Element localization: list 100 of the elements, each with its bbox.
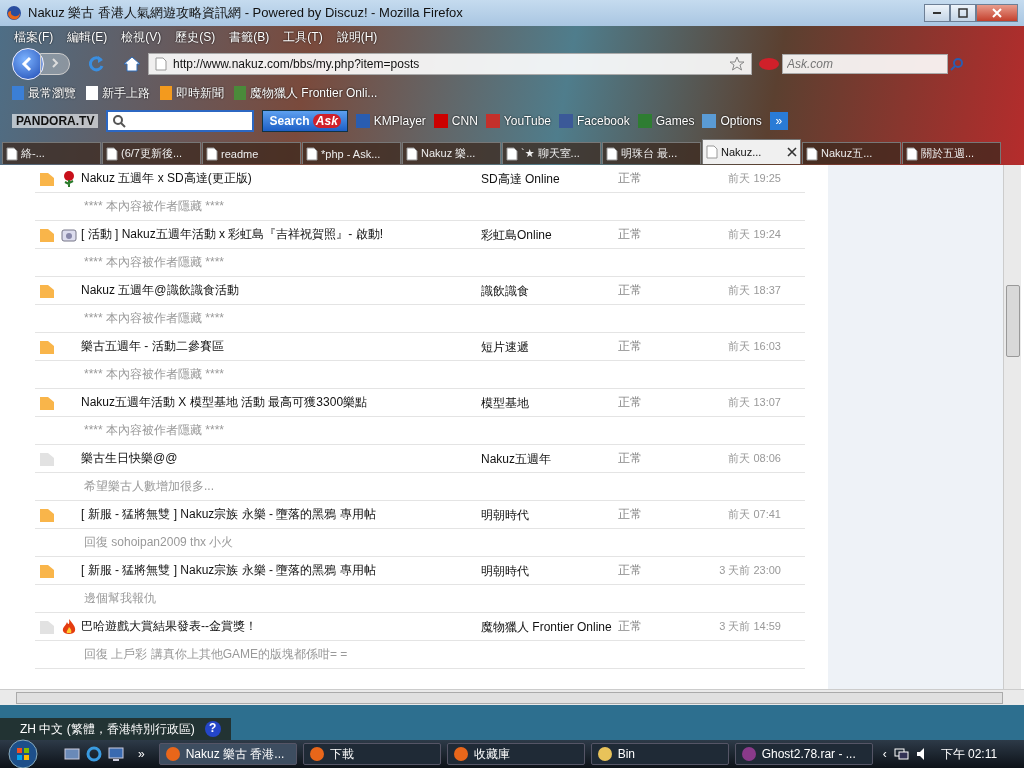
bookmark-item[interactable]: 最常瀏覽 (12, 84, 76, 102)
browser-tab[interactable]: 絡-... (2, 142, 101, 164)
start-button[interactable] (8, 739, 38, 768)
thread-status: 正常 (618, 394, 643, 411)
toolbar-search-field[interactable] (106, 110, 255, 132)
maximize-icon (958, 8, 968, 18)
horizontal-scrollbar[interactable] (0, 689, 1024, 705)
back-button[interactable] (12, 48, 44, 80)
forum-name-link[interactable]: 明朝時代 (481, 561, 618, 580)
language-bar[interactable]: ZH 中文 (繁體，香港特別行政區) ? (0, 718, 231, 740)
desktop-icon[interactable] (64, 746, 80, 762)
menu-item[interactable]: 歷史(S) (175, 28, 216, 46)
maximize-button[interactable] (950, 4, 976, 22)
bookmark-item[interactable]: 即時新聞 (160, 84, 224, 102)
thread-title-link[interactable]: 巴哈遊戲大賞結果發表--金賞獎！ (81, 618, 481, 635)
toolbar-item[interactable]: Options (702, 114, 762, 128)
browser-tab[interactable]: `★ 聊天室... (502, 142, 601, 164)
browser-tab[interactable]: 明珠台 最... (602, 142, 701, 164)
thread-title-link[interactable]: [ 新服 - 猛將無雙 ] Nakuz宗族 永樂 - 墮落的黑鴉 專用帖 (81, 506, 481, 523)
taskbar-button[interactable]: Nakuz 樂古 香港... (158, 743, 297, 765)
search-field[interactable]: Ask.com (782, 54, 948, 74)
vertical-scrollbar[interactable] (1003, 165, 1021, 689)
window-title: Nakuz 樂古 香港人氣網遊攻略資訊網 - Powered by Discuz! - Mozilla Firefox (28, 4, 464, 22)
app-icon (309, 747, 324, 761)
thread-title-link[interactable]: [ 新服 - 猛將無雙 ] Nakuz宗族 永樂 - 墮落的黑鴉 專用帖 (81, 562, 481, 579)
bookmark-star-icon[interactable] (729, 56, 745, 72)
input-language[interactable]: ZH 中文 (繁體，香港特別行政區) (20, 720, 195, 738)
forum-name-link[interactable]: 明朝時代 (481, 505, 618, 524)
bookmark-icon (234, 86, 246, 100)
page-icon (706, 145, 718, 159)
address-field[interactable]: http://www.nakuz.com/bbs/my.php?item=posts (148, 53, 752, 75)
forum-name-link[interactable]: 模型基地 (481, 393, 618, 412)
post-excerpt: **** 本內容被作者隱藏 **** (84, 254, 225, 271)
menu-item[interactable]: 工具(T) (283, 28, 323, 46)
toolbar-item-icon (637, 114, 652, 128)
thread-title-link[interactable]: Nakuz 五週年@識飲識食活動 (81, 282, 481, 299)
toolbar-item[interactable]: KMPlayer (355, 114, 426, 128)
browser-tab[interactable]: Nakuz 樂... (402, 142, 501, 164)
browser-tab[interactable]: 關於五週... (902, 142, 1001, 164)
post-time: 前天 19:25 (727, 171, 781, 186)
network-icon[interactable] (892, 746, 909, 762)
browser-tab[interactable]: Nakuz... (702, 139, 801, 164)
menu-item[interactable]: 檢視(V) (121, 28, 162, 46)
thread-title-link[interactable]: [ 活動 ] Nakuz五週年活動 x 彩虹島『吉祥祝賀照』- 啟動! (81, 226, 481, 243)
browser-tab[interactable]: (6/7更新後... (102, 142, 201, 164)
menu-item[interactable]: 書籤(B) (229, 28, 270, 46)
minimize-button[interactable] (924, 4, 950, 22)
forum-name-link[interactable]: SD高達 Online (481, 169, 618, 188)
forward-button[interactable] (40, 53, 70, 75)
thread-title-link[interactable]: Nakuz 五週年 x SD高達(更正版) (81, 170, 481, 187)
thread-status: 正常 (618, 226, 643, 243)
overflow-button[interactable]: » (138, 747, 145, 761)
forum-name-link[interactable]: 短片速遞 (481, 337, 618, 356)
forum-name-link[interactable]: 魔物獵人 Frontier Online (481, 617, 618, 636)
close-tab-icon[interactable] (787, 147, 797, 157)
help-button[interactable]: ? (204, 721, 221, 737)
page-icon (506, 146, 518, 161)
taskbar-button[interactable]: Ghost2.78.rar - ... (734, 743, 873, 765)
taskbar-button[interactable]: 收藏庫 (446, 743, 585, 765)
browser-icon[interactable] (86, 746, 102, 762)
search-button[interactable]: Search Ask (262, 110, 348, 132)
bookmark-item[interactable]: 新手上路 (86, 84, 150, 102)
close-button[interactable] (976, 4, 1018, 22)
taskbar-button[interactable]: 下載 (302, 743, 441, 765)
toolbar-item-icon (355, 114, 370, 128)
browser-tab[interactable]: Nakuz五... (802, 142, 901, 164)
browser-tab[interactable]: readme (202, 142, 301, 164)
post-excerpt: **** 本內容被作者隱藏 **** (84, 310, 225, 327)
thread-title-link[interactable]: Nakuz五週年活動 X 模型基地 活動 最高可獲3300樂點 (81, 394, 481, 411)
post-excerpt: **** 本內容被作者隱藏 **** (84, 366, 225, 383)
post-excerpt: **** 本內容被作者隱藏 **** (84, 422, 225, 439)
toolbar-item-icon (702, 114, 717, 128)
browser-tab[interactable]: *php - Ask... (302, 142, 401, 164)
thread-status: 正常 (618, 618, 643, 635)
toolbar-item[interactable]: YouTube (485, 114, 551, 128)
overflow-button[interactable]: » (769, 112, 788, 130)
menu-item[interactable]: 檔案(F) (14, 28, 54, 46)
post-excerpt: **** 本內容被作者隱藏 **** (84, 198, 225, 215)
bookmark-item[interactable]: 魔物獵人 Frontier Onli... (234, 84, 378, 102)
toolbar-item-icon (559, 114, 573, 128)
tray-expand-button[interactable]: ‹ (882, 747, 887, 761)
thread-status: 正常 (618, 338, 643, 355)
taskbar-button[interactable]: Bin (590, 743, 729, 765)
toolbar-brand[interactable]: PANDORA.TV (12, 114, 99, 128)
monitor-icon[interactable] (108, 746, 124, 762)
toolbar-item[interactable]: Games (637, 114, 695, 128)
bookmark-icon (86, 86, 98, 100)
forum-name-link[interactable]: 彩虹島Online (481, 225, 618, 244)
thread-title-link[interactable]: 樂古五週年 - 活動二參賽區 (81, 338, 481, 355)
forum-name-link[interactable]: Nakuz五週年 (481, 449, 618, 468)
clock[interactable]: 下午 02:11 (940, 745, 998, 763)
menu-item[interactable]: 說明(H) (336, 28, 378, 46)
thread-title-link[interactable]: 樂古生日快樂@@ (81, 450, 481, 467)
toolbar-item[interactable]: Facebook (559, 114, 630, 128)
forum-name-link[interactable]: 識飲識食 (481, 281, 618, 300)
fire-icon (61, 617, 77, 636)
menu-item[interactable]: 編輯(E) (67, 28, 108, 46)
page-icon (806, 146, 818, 161)
home-icon[interactable] (122, 54, 142, 74)
toolbar-item[interactable]: CNN (433, 114, 478, 128)
